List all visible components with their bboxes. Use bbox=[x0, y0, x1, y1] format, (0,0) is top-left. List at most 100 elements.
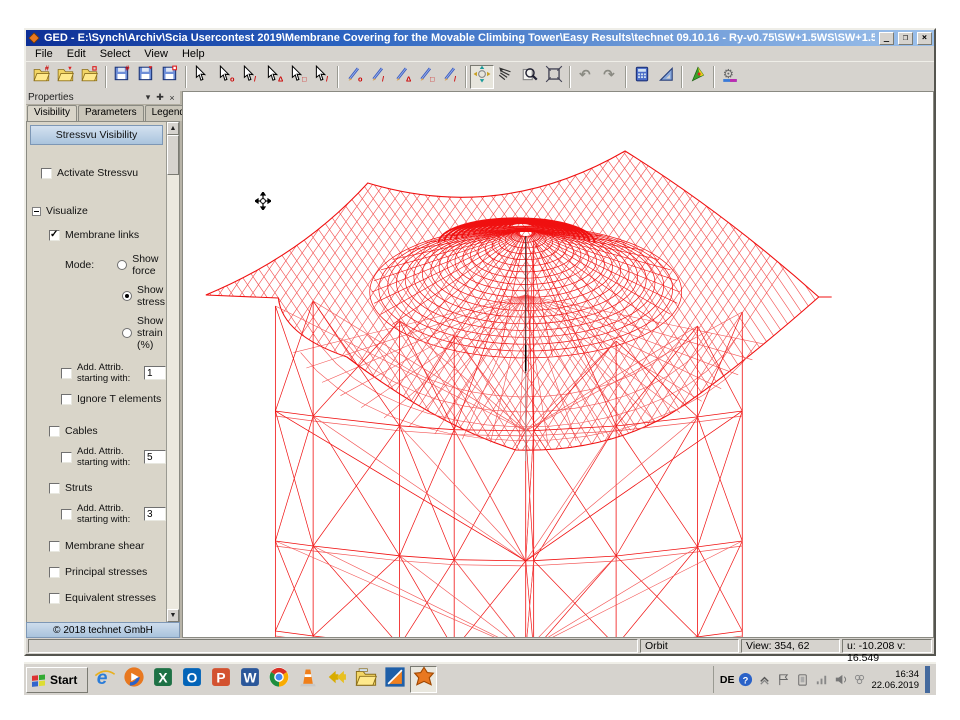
menu-select[interactable]: Select bbox=[93, 48, 138, 60]
file-explorer-taskbar-button[interactable] bbox=[352, 666, 379, 693]
redo-icon: ↷ bbox=[601, 65, 619, 88]
ged-active-taskbar-button[interactable] bbox=[410, 666, 437, 693]
pencil-slash2-button[interactable]: / bbox=[438, 65, 462, 89]
taskbar: Start e X O P W DE ? bbox=[24, 662, 936, 695]
flag-tray-icon[interactable] bbox=[776, 672, 791, 687]
cursor-triangle-button[interactable]: Δ bbox=[262, 65, 286, 89]
open-hash-button[interactable]: # bbox=[30, 65, 54, 89]
cursor-plain-button[interactable] bbox=[190, 65, 214, 89]
powerpoint-taskbar-button[interactable]: P bbox=[207, 666, 234, 693]
scroll-up-icon[interactable]: ▲ bbox=[167, 122, 179, 135]
pencil-slash-button[interactable]: / bbox=[366, 65, 390, 89]
device-tray-icon[interactable] bbox=[795, 672, 810, 687]
title-bar[interactable]: GED - E:\Synch\Archiv\Scia Usercontest 2… bbox=[26, 30, 934, 46]
show-force-radio[interactable] bbox=[117, 260, 127, 270]
panel-menu-icon[interactable]: ▾ bbox=[142, 92, 154, 103]
show-desktop-button[interactable] bbox=[925, 666, 930, 693]
cables-attrib-input[interactable] bbox=[144, 450, 166, 464]
menu-view[interactable]: View bbox=[137, 48, 175, 60]
cursor-circle-button[interactable]: o bbox=[214, 65, 238, 89]
pin-icon[interactable]: ✚ bbox=[154, 92, 166, 103]
open-triangle-button[interactable] bbox=[54, 65, 78, 89]
restore-button[interactable]: ❐ bbox=[898, 32, 913, 45]
zoom-extents-button[interactable] bbox=[542, 65, 566, 89]
orbit-button[interactable] bbox=[470, 65, 494, 89]
flag-button[interactable] bbox=[686, 65, 710, 89]
membrane-attrib-checkbox[interactable] bbox=[61, 368, 72, 379]
viewport[interactable] bbox=[182, 91, 934, 638]
membrane-shear-checkbox[interactable] bbox=[49, 541, 60, 552]
save-hash-button[interactable]: # bbox=[110, 65, 134, 89]
scroll-down-icon[interactable]: ▼ bbox=[167, 609, 179, 622]
cursor-triangle-icon: Δ bbox=[265, 65, 283, 88]
show-strain-radio[interactable] bbox=[122, 328, 132, 338]
updates-tray-icon[interactable] bbox=[757, 672, 772, 687]
cables-checkbox[interactable] bbox=[49, 426, 60, 437]
struts-attrib-checkbox[interactable] bbox=[61, 509, 72, 520]
cables-label: Cables bbox=[65, 425, 98, 437]
close-button[interactable]: × bbox=[917, 32, 932, 45]
menu-edit[interactable]: Edit bbox=[60, 48, 93, 60]
svg-text:/: / bbox=[254, 74, 256, 83]
outlook-taskbar-button[interactable]: O bbox=[178, 666, 205, 693]
help-tray-icon[interactable]: ? bbox=[738, 672, 753, 687]
pencil-triangle-button[interactable]: Δ bbox=[390, 65, 414, 89]
menu-file[interactable]: File bbox=[28, 48, 60, 60]
panel-scrollbar[interactable]: ▲ ▼ bbox=[166, 122, 179, 622]
membrane-links-checkbox[interactable] bbox=[49, 230, 60, 241]
excel-taskbar-button[interactable]: X bbox=[149, 666, 176, 693]
network-tray-icon[interactable] bbox=[814, 672, 829, 687]
cables-attrib-checkbox[interactable] bbox=[61, 452, 72, 463]
gear-button[interactable]: ⚙ bbox=[718, 65, 742, 89]
volume-tray-icon[interactable] bbox=[833, 672, 848, 687]
pencil-square-button[interactable]: □ bbox=[414, 65, 438, 89]
struts-attrib-input[interactable] bbox=[144, 507, 166, 521]
media-player-taskbar-button[interactable] bbox=[120, 666, 147, 693]
properties-panel: Properties ▾ ✚ × Visibility Parameters L… bbox=[26, 91, 182, 638]
cursor-square-button[interactable]: □ bbox=[286, 65, 310, 89]
collapse-visualize-icon[interactable] bbox=[32, 207, 41, 216]
cables-attrib-label: Add. Attrib. starting with: bbox=[77, 446, 139, 468]
language-indicator[interactable]: DE bbox=[720, 674, 735, 686]
status-empty bbox=[28, 639, 638, 653]
yellow-arrows-taskbar-button[interactable] bbox=[323, 666, 350, 693]
cursor-check-button[interactable]: / bbox=[310, 65, 334, 89]
vlc-taskbar-button[interactable] bbox=[294, 666, 321, 693]
clock: 16:34 22.06.2019 bbox=[871, 669, 919, 691]
activate-stressvu-checkbox[interactable] bbox=[41, 168, 52, 179]
principal-stresses-checkbox[interactable] bbox=[49, 567, 60, 578]
scia-taskbar-button[interactable] bbox=[381, 666, 408, 693]
minimize-button[interactable]: _ bbox=[879, 32, 894, 45]
calculator-button[interactable] bbox=[630, 65, 654, 89]
chrome-taskbar-button[interactable] bbox=[265, 666, 292, 693]
zoom-window-button[interactable] bbox=[518, 65, 542, 89]
save-triangle-button[interactable] bbox=[134, 65, 158, 89]
panel-close-icon[interactable]: × bbox=[166, 93, 178, 103]
redo-button[interactable]: ↷ bbox=[598, 65, 622, 89]
status-mode: Orbit bbox=[640, 639, 739, 653]
tab-visibility[interactable]: Visibility bbox=[27, 105, 77, 121]
zoom-rays-button[interactable] bbox=[494, 65, 518, 89]
menu-help[interactable]: Help bbox=[175, 48, 212, 60]
internet-explorer-taskbar-button[interactable]: e bbox=[91, 666, 118, 693]
toolbar-separator bbox=[105, 66, 107, 88]
tab-parameters[interactable]: Parameters bbox=[78, 105, 144, 121]
save-square-button[interactable] bbox=[158, 65, 182, 89]
show-stress-radio[interactable] bbox=[122, 291, 132, 301]
setsquare-button[interactable] bbox=[654, 65, 678, 89]
membrane-attrib-input[interactable] bbox=[144, 366, 166, 380]
ignore-t-checkbox[interactable] bbox=[61, 394, 72, 405]
word-taskbar-button[interactable]: W bbox=[236, 666, 263, 693]
cursor-slash-button[interactable]: / bbox=[238, 65, 262, 89]
undo-icon: ↶ bbox=[577, 65, 595, 88]
start-button[interactable]: Start bbox=[26, 667, 88, 693]
undo-button[interactable]: ↶ bbox=[574, 65, 598, 89]
scrollbar-thumb[interactable] bbox=[167, 135, 179, 175]
equivalent-stresses-checkbox[interactable] bbox=[49, 593, 60, 604]
app-tray-icon[interactable] bbox=[852, 672, 867, 687]
vlc-icon bbox=[297, 666, 319, 693]
struts-checkbox[interactable] bbox=[49, 483, 60, 494]
open-square-button[interactable] bbox=[78, 65, 102, 89]
pencil-circle-button[interactable]: o bbox=[342, 65, 366, 89]
media-player-icon bbox=[123, 666, 145, 693]
